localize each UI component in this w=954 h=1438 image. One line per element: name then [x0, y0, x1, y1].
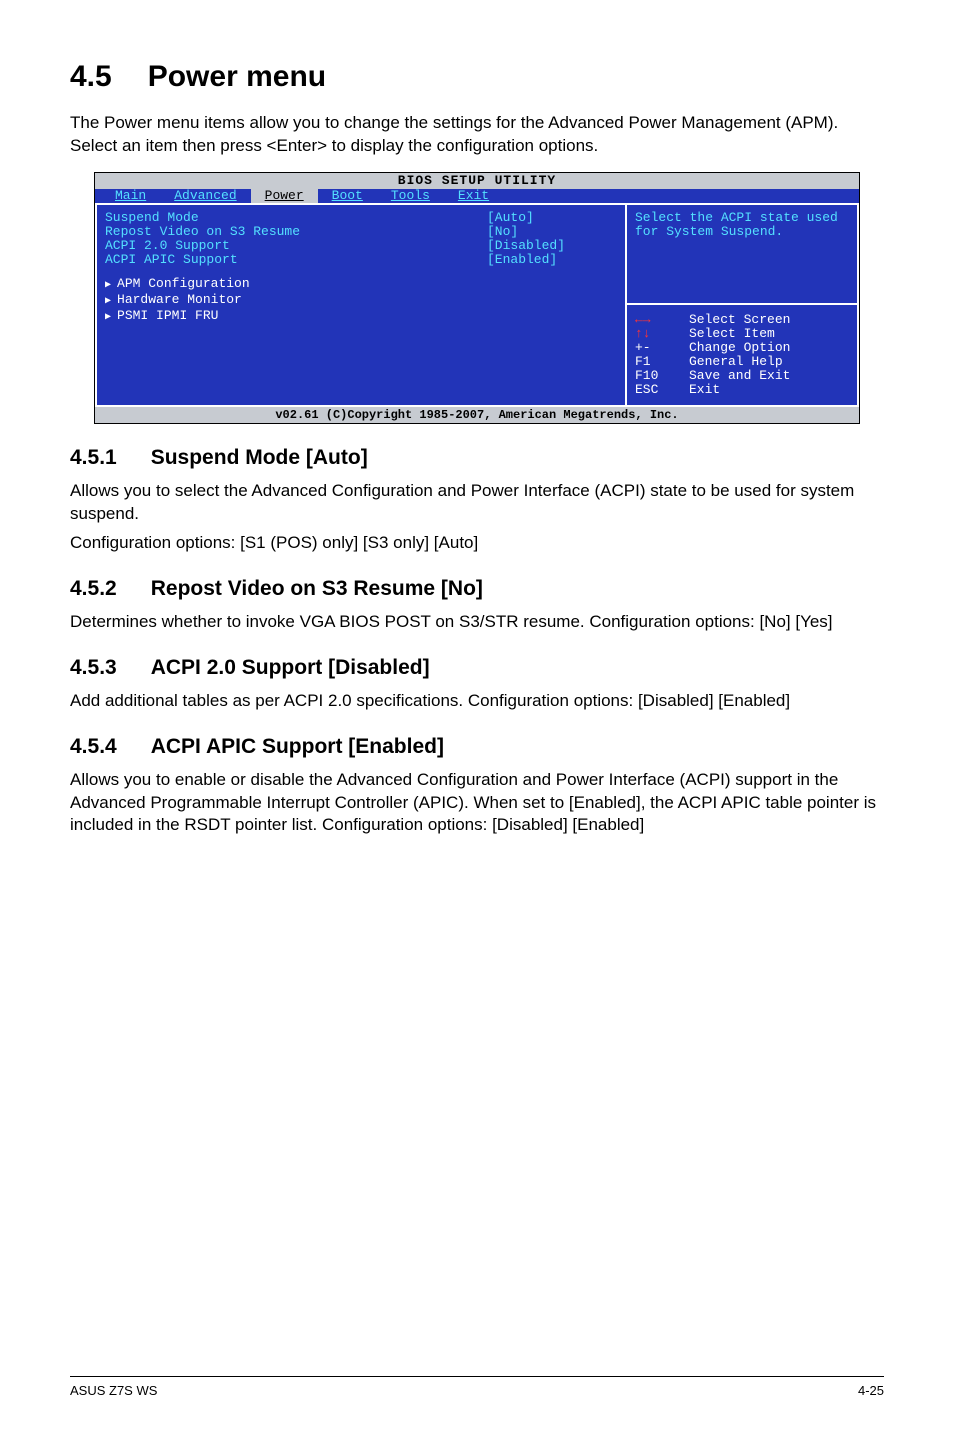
subsection-number: 4.5.3 — [70, 656, 117, 680]
subsection-number: 4.5.1 — [70, 446, 117, 470]
page-heading: 4.5 Power menu — [70, 60, 884, 94]
bios-key-key: ESC — [635, 383, 689, 397]
bios-key-desc: Select Item — [689, 327, 775, 341]
bios-key-desc: General Help — [689, 355, 783, 369]
arrows-horizontal-icon: ←→ — [635, 313, 657, 327]
bios-row-repost[interactable]: Repost Video on S3 Resume [No] — [105, 225, 617, 239]
bios-submenu-apm[interactable]: APM Configuration — [105, 277, 617, 293]
bios-tab-advanced[interactable]: Advanced — [160, 189, 250, 203]
subsection-451-heading: 4.5.1 Suspend Mode [Auto] — [70, 446, 884, 470]
bios-menubar: Main Advanced Power Boot Tools Exit — [95, 189, 859, 203]
subsection-454-para1: Allows you to enable or disable the Adva… — [70, 769, 884, 838]
subsection-title: ACPI APIC Support [Enabled] — [151, 735, 444, 759]
subsection-452-para1: Determines whether to invoke VGA BIOS PO… — [70, 611, 884, 634]
bios-submenu-psmi[interactable]: PSMI IPMI FRU — [105, 309, 617, 325]
bios-screenshot: BIOS SETUP UTILITY Main Advanced Power B… — [94, 172, 860, 424]
footer-right: 4-25 — [858, 1383, 884, 1398]
bios-tab-power[interactable]: Power — [251, 189, 318, 203]
bios-key-key: +- — [635, 341, 689, 355]
intro-paragraph: The Power menu items allow you to change… — [70, 112, 884, 158]
bios-row-value: [No] — [487, 225, 617, 239]
bios-row-apic[interactable]: ACPI APIC Support [Enabled] — [105, 253, 617, 267]
bios-row-value: [Disabled] — [487, 239, 617, 253]
subsection-451-para2: Configuration options: [S1 (POS) only] [… — [70, 532, 884, 555]
bios-key-key: F1 — [635, 355, 689, 369]
subsection-453-para1: Add additional tables as per ACPI 2.0 sp… — [70, 690, 884, 713]
bios-key-desc: Save and Exit — [689, 369, 790, 383]
footer-left: ASUS Z7S WS — [70, 1383, 157, 1398]
bios-key-desc: Exit — [689, 383, 720, 397]
subsection-451-para1: Allows you to select the Advanced Config… — [70, 480, 884, 526]
bios-key-row: +- Change Option — [635, 341, 849, 355]
bios-left-pane: Suspend Mode [Auto] Repost Video on S3 R… — [95, 205, 627, 407]
bios-row-suspend[interactable]: Suspend Mode [Auto] — [105, 211, 617, 225]
bios-title: BIOS SETUP UTILITY — [95, 173, 859, 189]
subsection-title: Repost Video on S3 Resume [No] — [151, 577, 483, 601]
subsection-453-heading: 4.5.3 ACPI 2.0 Support [Disabled] — [70, 656, 884, 680]
bios-key-desc: Select Screen — [689, 313, 790, 327]
bios-footer: v02.61 (C)Copyright 1985-2007, American … — [95, 407, 859, 423]
bios-key-row: ←→ Select Screen — [635, 313, 849, 327]
subsection-452-heading: 4.5.2 Repost Video on S3 Resume [No] — [70, 577, 884, 601]
bios-submenu-hardware[interactable]: Hardware Monitor — [105, 293, 617, 309]
subsection-454-heading: 4.5.4 ACPI APIC Support [Enabled] — [70, 735, 884, 759]
subsection-number: 4.5.4 — [70, 735, 117, 759]
bios-row-label: ACPI APIC Support — [105, 253, 487, 267]
bios-row-label: ACPI 2.0 Support — [105, 239, 487, 253]
bios-right-pane: Select the ACPI state used for System Su… — [627, 205, 859, 407]
bios-key-row: F10 Save and Exit — [635, 369, 849, 383]
bios-tab-main[interactable]: Main — [101, 189, 160, 203]
heading-number: 4.5 — [70, 60, 112, 94]
bios-tab-exit[interactable]: Exit — [444, 189, 503, 203]
bios-tab-boot[interactable]: Boot — [318, 189, 377, 203]
bios-key-desc: Change Option — [689, 341, 790, 355]
bios-row-label: Repost Video on S3 Resume — [105, 225, 487, 239]
arrows-vertical-icon: ↑↓ — [635, 327, 657, 341]
page-footer: ASUS Z7S WS 4-25 — [70, 1376, 884, 1398]
bios-keys: ←→ Select Screen ↑↓ Select Item +- Chang… — [627, 305, 857, 405]
subsection-title: Suspend Mode [Auto] — [151, 446, 368, 470]
bios-row-label: Suspend Mode — [105, 211, 487, 225]
bios-key-row: F1 General Help — [635, 355, 849, 369]
bios-row-value: [Auto] — [487, 211, 617, 225]
bios-key-key: F10 — [635, 369, 689, 383]
bios-help-text: Select the ACPI state used for System Su… — [627, 205, 857, 305]
heading-title: Power menu — [148, 60, 326, 94]
bios-key-row: ESC Exit — [635, 383, 849, 397]
subsection-number: 4.5.2 — [70, 577, 117, 601]
subsection-title: ACPI 2.0 Support [Disabled] — [151, 656, 430, 680]
bios-key-row: ↑↓ Select Item — [635, 327, 849, 341]
bios-tab-tools[interactable]: Tools — [377, 189, 444, 203]
bios-row-acpi20[interactable]: ACPI 2.0 Support [Disabled] — [105, 239, 617, 253]
bios-row-value: [Enabled] — [487, 253, 617, 267]
